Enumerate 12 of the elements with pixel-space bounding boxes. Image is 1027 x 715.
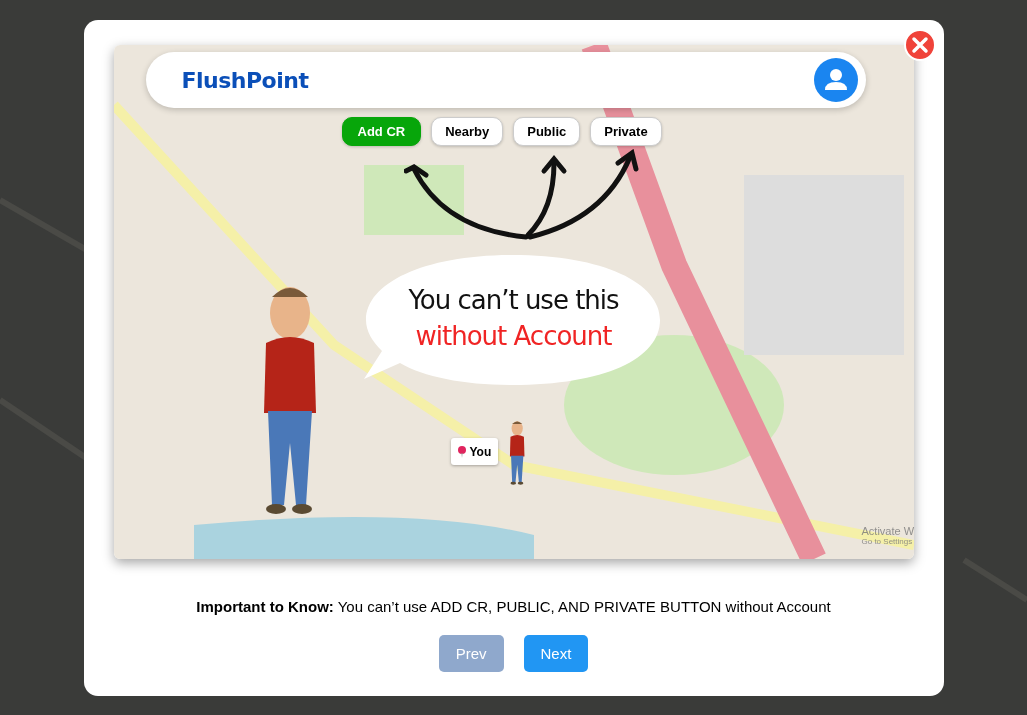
close-icon[interactable] <box>903 29 936 61</box>
bubble-text: without Account <box>415 321 612 351</box>
app-logo: FlushPoint <box>181 67 309 93</box>
app-button[interactable]: Private <box>590 117 662 146</box>
user-avatar-icon[interactable] <box>813 58 858 102</box>
app-button[interactable]: Nearby <box>431 117 504 146</box>
marker-label: You <box>469 444 492 459</box>
activation-notice: Go to Settings <box>861 537 914 546</box>
app-button[interactable]: Public <box>513 117 581 146</box>
info-text: Important to Know: You can’t use ADD CR, PUBLIC, AND PRIVATE BUTTON without Account <box>195 598 832 615</box>
activation-notice: Activate W <box>861 525 914 537</box>
bubble-text: You can’t use this <box>408 285 619 315</box>
